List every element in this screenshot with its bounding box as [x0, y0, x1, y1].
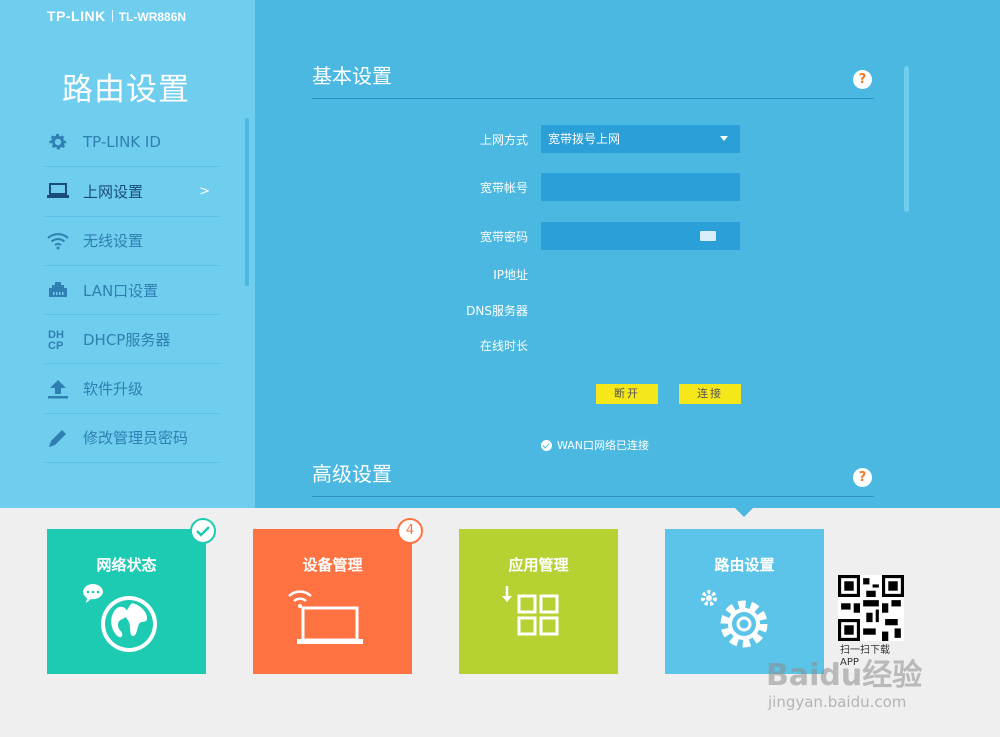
sidebar-item-label: DHCP服务器 — [83, 330, 171, 349]
chevron-right-icon: > — [199, 183, 210, 199]
help-icon[interactable]: ? — [853, 70, 872, 89]
sidebar-item-label: 修改管理员密码 — [83, 429, 189, 448]
dhcp-icon: DH CP — [45, 326, 71, 352]
tile-label: 网络状态 — [96, 556, 157, 574]
baidu-watermark: Baidu经验 — [766, 658, 923, 693]
check-circle-icon — [541, 439, 552, 451]
wan-mode-value: 宽带拨号上网 — [548, 132, 621, 146]
uptime-label: 在线时长 — [479, 339, 528, 353]
sidebar-item-wireless[interactable]: 无线设置 — [45, 217, 220, 266]
status-ok-badge — [190, 518, 216, 544]
sidebar-scrollbar[interactable] — [245, 118, 249, 286]
upload-icon — [45, 376, 71, 402]
basic-settings-title: 基本设置 ? — [312, 60, 874, 99]
ethernet-port-icon — [45, 277, 71, 303]
model-name: TL-WR886N — [118, 10, 187, 24]
apps-grid-icon — [502, 586, 559, 636]
sidebar-item-lan[interactable]: LAN口设置 — [45, 266, 220, 316]
section-title-text: 基本设置 — [312, 64, 392, 88]
gears-icon — [701, 590, 768, 648]
sidebar-item-label: TP-LINK ID — [83, 133, 161, 152]
laptop-icon — [45, 178, 71, 204]
dropdown-arrow-icon — [720, 136, 728, 141]
active-tile-pointer — [735, 508, 753, 517]
sidebar-item-internet[interactable]: 上网设置 > — [45, 167, 220, 217]
tile-label: 路由设置 — [714, 556, 775, 574]
password-input[interactable] — [541, 222, 740, 250]
sidebar-item-tplink-id[interactable]: TP-LINK ID — [45, 118, 220, 168]
sidebar: TP-LINK TL-WR886N 路由设置 TP-LINK ID 上网设置 > … — [0, 0, 255, 508]
sidebar-item-label: 上网设置 — [83, 182, 144, 201]
disconnect-button[interactable]: 断开 — [596, 384, 658, 404]
pencil-icon — [45, 425, 71, 451]
sidebar-item-label: 软件升级 — [83, 380, 144, 399]
wan-status-text: WAN口网络已连接 — [557, 439, 650, 452]
sidebar-item-label: 无线设置 — [83, 232, 144, 251]
sidebar-item-upgrade[interactable]: 软件升级 — [45, 364, 220, 414]
baidu-watermark-url: jingyan.baidu.com — [768, 693, 907, 711]
brand-header: TP-LINK TL-WR886N — [47, 8, 186, 25]
help-icon[interactable]: ? — [853, 468, 872, 487]
keyboard-icon[interactable] — [700, 231, 716, 241]
gear-icon — [45, 129, 71, 155]
advanced-settings-section: 高级设置 ? — [312, 458, 874, 497]
wan-mode-label: 上网方式 — [479, 133, 528, 147]
connect-button[interactable]: 连接 — [679, 384, 741, 404]
tile-label: 应用管理 — [508, 556, 569, 574]
device-count-badge: 4 — [397, 518, 423, 544]
account-label: 宽带帐号 — [479, 181, 528, 195]
sidebar-item-label: LAN口设置 — [83, 281, 159, 300]
wan-mode-select[interactable]: 宽带拨号上网 — [541, 125, 740, 153]
tp-link-logo: TP-LINK — [47, 8, 106, 24]
globe-chat-icon — [83, 584, 157, 652]
tile-device-management[interactable]: 设备管理 — [253, 529, 412, 674]
tile-app-management[interactable]: 应用管理 — [459, 529, 618, 674]
qr-code — [838, 575, 904, 641]
laptop-wifi-icon — [288, 590, 363, 644]
ip-label: IP地址 — [493, 268, 528, 282]
settings-content: 基本设置 ? 上网方式 宽带拨号上网 宽带帐号 宽带密码 IP地址 DNS服务器… — [312, 60, 874, 497]
svg-text:CP: CP — [48, 340, 63, 351]
section-title-text: 高级设置 — [312, 462, 392, 486]
dns-label: DNS服务器 — [466, 304, 528, 318]
content-scrollbar[interactable] — [904, 66, 909, 212]
sidebar-title: 路由设置 — [62, 72, 190, 108]
tile-label: 设备管理 — [302, 556, 363, 574]
advanced-settings-title: 高级设置 ? — [312, 458, 874, 497]
password-label: 宽带密码 — [479, 230, 528, 244]
wifi-icon — [45, 228, 71, 254]
sidebar-item-dhcp[interactable]: DH CP DHCP服务器 — [45, 315, 220, 365]
sidebar-menu: TP-LINK ID 上网设置 > 无线设置 LAN口设置 DHCP DHCP — [45, 118, 220, 464]
wan-status: WAN口网络已连接 — [541, 437, 649, 453]
sidebar-item-admin-password[interactable]: 修改管理员密码 — [45, 414, 220, 464]
brand-separator — [111, 10, 113, 22]
check-icon — [196, 526, 210, 537]
tile-network-status[interactable]: 网络状态 — [47, 529, 206, 674]
account-input[interactable] — [541, 173, 740, 201]
